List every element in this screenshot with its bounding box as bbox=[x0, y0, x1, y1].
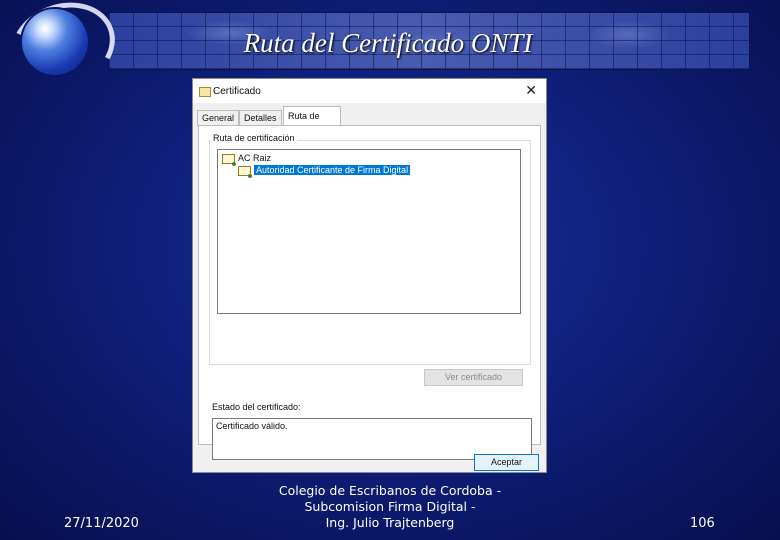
tab-panel: Ruta de certificación AC Raiz Autoridad … bbox=[198, 125, 541, 460]
tab-detalles[interactable]: Detalles bbox=[239, 110, 282, 126]
dialog-title: Certificado bbox=[213, 86, 261, 97]
certificate-icon bbox=[238, 165, 252, 178]
globe-icon bbox=[22, 9, 88, 75]
view-certificate-button[interactable]: Ver certificado bbox=[424, 369, 523, 386]
tree-item-label: AC Raiz bbox=[238, 153, 272, 163]
tab-ruta-certificacion[interactable]: Ruta de certificación bbox=[283, 106, 341, 139]
slide-banner: Ruta del Certificado ONTI bbox=[0, 0, 780, 104]
certificate-icon bbox=[199, 87, 211, 97]
certificate-dialog: Certificado ✕ General Detalles Ruta de c… bbox=[192, 78, 547, 473]
certificate-tree[interactable]: AC Raiz Autoridad Certificante de Firma … bbox=[217, 149, 521, 314]
footer-line-2: Subcomision Firma Digital - bbox=[304, 499, 476, 514]
status-text: Certificado válido. bbox=[216, 421, 288, 431]
tree-item-root[interactable]: AC Raiz bbox=[222, 153, 272, 166]
certificate-icon bbox=[222, 153, 236, 166]
slide-title: Ruta del Certificado ONTI bbox=[243, 28, 533, 58]
page-number: 106 bbox=[690, 516, 715, 531]
footer-line-1: Colegio de Escribanos de Cordoba - bbox=[278, 483, 502, 498]
footer-line-3: Ing. Julio Trajtenberg bbox=[325, 515, 455, 530]
tree-item-label-selected: Autoridad Certificante de Firma Digital bbox=[254, 165, 411, 175]
path-group-label: Ruta de certificación bbox=[211, 133, 297, 143]
tree-item-child[interactable]: Autoridad Certificante de Firma Digital bbox=[238, 165, 411, 178]
dialog-titlebar: Certificado ✕ bbox=[193, 79, 546, 103]
footer-date: 27/11/2020 bbox=[64, 516, 139, 531]
status-label: Estado del certificado: bbox=[212, 402, 301, 412]
close-icon[interactable]: ✕ bbox=[525, 82, 537, 99]
ok-button[interactable]: Aceptar bbox=[474, 454, 539, 471]
footer-credits: Colegio de Escribanos de Cordoba - Subco… bbox=[250, 483, 530, 531]
tab-general[interactable]: General bbox=[197, 110, 240, 126]
